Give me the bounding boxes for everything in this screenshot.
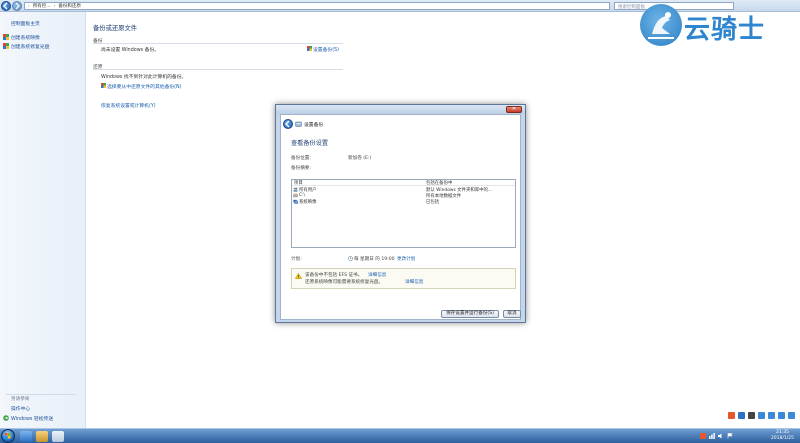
divider [6,394,76,395]
restore-status-text: Windows 找不到针对此计算机的备份。 [101,75,187,80]
backup-status-text: 尚未设置 Windows 备份。 [101,48,160,53]
list-item[interactable]: 系统映像 已包括 [292,199,515,205]
row-item-name: 系统映像 [299,200,317,205]
back-button[interactable] [1,1,11,11]
action-center-flag-icon[interactable] [727,433,733,439]
easy-transfer-link[interactable]: Windows 轻松传送 [11,415,53,422]
shield-icon [3,34,9,40]
list-item[interactable]: 所有用户 默认 Windows 文件夹和库中的... [292,187,515,193]
page-title: 备份或还原文件 [93,25,138,32]
cancel-button[interactable]: 取消 [503,310,521,318]
action-center-link[interactable]: 操作中心 [11,405,30,412]
punctuation-icon[interactable] [748,411,755,419]
row-included-value: 已包括 [426,200,440,205]
arrow-right-icon [15,2,20,10]
sogou-logo-icon[interactable] [728,411,735,419]
microphone-icon[interactable] [768,411,775,419]
create-repair-disc-link[interactable]: 创建系统修复光盘 [11,43,49,50]
schedule-label: 计划: [291,257,302,262]
divider [93,43,343,44]
save-and-run-backup-button[interactable]: 保存设置并运行备份(S) [441,310,499,318]
dialog-window-title: 设置备份 [304,123,324,128]
create-system-image-link[interactable]: 创建系统映像 [11,34,40,41]
dialog-heading: 查看备份设置 [291,140,329,147]
left-nav-pane: 控制面板主页 创建系统映像 创建系统修复光盘 另请参阅 操作中心 Windows… [0,12,86,428]
column-header-included[interactable]: 包括在备份中 [426,180,452,186]
sogou-tray-icon[interactable] [700,433,706,439]
system-image-icon [293,199,298,204]
see-also-title: 另请参阅 [11,397,30,402]
volume-icon[interactable] [718,433,724,439]
backup-drive-icon [295,121,302,127]
backup-location-value: 新加卷 (E:) [348,156,372,161]
control-panel-home-link[interactable]: 控制面板主页 [11,20,40,27]
system-image-details-link[interactable]: 详细信息 [405,279,423,285]
list-item[interactable]: C:\ 所有本地数据文件 [292,193,515,199]
backup-summary-list[interactable]: 项目 包括在备份中 所有用户 默认 Windows 文件夹和库中的... C:\… [291,179,516,248]
tools-icon[interactable] [788,411,795,419]
drive-icon [293,193,298,198]
windows-logo-icon [5,433,11,439]
clock-date: 2018/1/25 [770,436,794,441]
divider [93,69,343,70]
network-icon[interactable] [709,433,715,439]
recover-system-link[interactable]: 恢复系统设置或计算机(Y) [101,102,156,109]
emoji-icon[interactable] [758,411,765,419]
users-icon [293,187,298,192]
ie-icon[interactable] [20,431,32,442]
change-schedule-link[interactable]: 更改计划 [397,256,415,262]
ime-mode-icon[interactable] [738,411,745,419]
warning-text-system-image: 还原系统映像可能需要系统修复光盘。 [305,280,384,285]
chevron-right-icon: › [53,3,56,9]
taskbar: 21:35 2018/1/25 [0,428,800,443]
arrow-left-icon [3,2,8,10]
breadcrumb[interactable]: › 所有控... › 备份和还原 [24,2,610,10]
warning-panel: 该备份中不包括 EFS 证书。 详细信息 还原系统映像可能需要系统修复光盘。 详… [291,268,516,289]
ime-toolbar[interactable] [728,411,798,419]
dialog-titlebar[interactable] [276,105,525,114]
clock-icon [348,256,353,261]
breadcrumb-item-backup[interactable]: 备份和还原 [58,3,81,9]
arrow-left-icon [285,120,290,128]
clock[interactable]: 21:35 2018/1/25 [771,430,794,442]
shield-icon [101,83,106,88]
select-other-backup-link[interactable]: 选择要从中还原文件的其他备份(N) [107,83,182,90]
forward-button[interactable] [12,1,22,11]
chevron-right-icon: › [28,3,30,9]
warning-icon [295,273,302,279]
control-panel-icon[interactable] [52,431,64,442]
backup-summary-label: 备份摘要: [291,166,311,171]
schedule-value: 每 星期日 的 19:00 [354,257,395,262]
column-header-item[interactable]: 项目 [294,180,303,186]
setup-backup-dialog: ✕ 设置备份 查看备份设置 备份位置: 新加卷 (E:) 备份摘要: 项目 包括… [275,104,526,323]
list-header: 项目 包括在备份中 [292,180,515,186]
efs-details-link[interactable]: 详细信息 [368,272,386,278]
close-icon: ✕ [511,106,517,112]
setup-backup-link[interactable]: 设置备份(S) [313,46,339,53]
start-button[interactable] [1,429,15,443]
dialog-back-button[interactable] [283,119,293,129]
warning-text-efs: 该备份中不包括 EFS 证书。 [305,273,363,278]
watermark-text: 云骑士 [684,15,766,45]
keyboard-icon[interactable] [778,411,785,419]
backup-location-label: 备份位置: [291,156,311,161]
close-button[interactable]: ✕ [506,106,522,113]
dialog-body: 设置备份 查看备份设置 备份位置: 新加卷 (E:) 备份摘要: 项目 包括在备… [280,114,521,320]
breadcrumb-item-control-panel[interactable]: 所有控... [33,3,51,9]
shield-icon [307,46,312,51]
knight-logo-icon [640,4,682,46]
shield-icon [3,43,9,49]
explorer-folder-icon[interactable] [36,431,48,442]
row-item-name: C:\ [299,193,306,198]
transfer-icon [3,415,9,421]
